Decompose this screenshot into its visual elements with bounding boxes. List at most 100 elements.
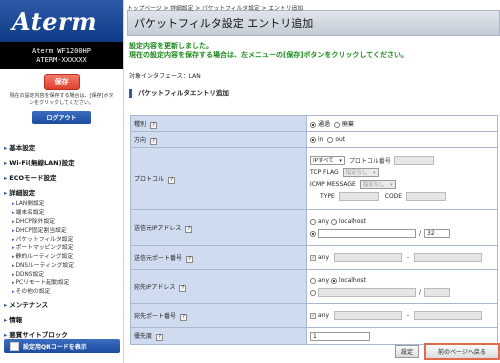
dst-port-any-checkbox[interactable]: ✓ [310,312,316,319]
help-icon[interactable]: ? [168,176,176,184]
src-ip-input[interactable] [318,229,416,238]
nav-item-label: Wi-Fi(無線LAN)設定 [9,159,75,167]
type-pass-radio[interactable] [310,121,316,128]
dst-port-value-cell: ✓ any - [306,303,498,328]
nav-item[interactable]: ▸ Wi-Fi(無線LAN)設定 [0,155,123,170]
main-content: トップページ > 詳細設定 > パケットフィルタ設定 > エントリ追加 パケット… [127,0,500,363]
priority-input[interactable]: 1 [310,331,370,341]
icmp-code-label: CODE [384,193,403,200]
src-ip-label-cell: 送信元IPアドレス? [130,209,307,246]
dst-port-label: 宛先ポート番号 [134,312,177,320]
dst-ip-localhost-radio[interactable] [330,277,337,284]
priority-value-cell: 1 [306,327,498,345]
nav-subitem-arrow-icon: ▸ [12,254,15,261]
nav-subitem[interactable]: ▸DDNS設定 [0,270,123,279]
icmp-type-input[interactable] [338,192,379,201]
nav-subitem[interactable]: ▸DHCP除外設定 [0,218,123,227]
nav-item[interactable]: ▸ ECOモード設定 [0,170,123,185]
nav-subitem-arrow-icon: ▸ [12,201,15,208]
nav-subitem[interactable]: ▸PCリモート起動設定 [0,279,123,288]
icmp-message-select[interactable]: 指定なし [359,180,396,189]
nav-subitem[interactable]: ▸端末名設定 [0,209,123,218]
nav-subitem-arrow-icon: ▸ [12,289,15,296]
help-icon[interactable]: ? [150,137,158,145]
nav-subitem[interactable]: ▸LAN側設定 [0,200,123,209]
help-icon[interactable]: ? [150,121,158,129]
nav-item-label: ECOモード設定 [9,174,57,182]
nav-arrow-icon: ▸ [4,315,8,324]
nav-subitem[interactable]: ▸静的ルーティング設定 [0,253,123,262]
dst-port-from-input[interactable] [333,311,402,320]
row-dest-ip: 宛先IPアドレス? any localhost / [130,269,498,304]
nav-subitem-label: DDNS設定 [15,271,45,278]
src-port-any-label: any [318,254,330,261]
qr-code-button[interactable]: 設定用QRコードを表示 [4,339,120,353]
icmp-code-input[interactable] [406,192,447,201]
set-button[interactable]: 設定 [395,345,419,358]
breadcrumb: トップページ > 詳細設定 > パケットフィルタ設定 > エントリ追加 [127,6,304,12]
dst-ip-prefix-input[interactable] [424,288,451,297]
nav-item-label: 情報 [9,315,23,324]
nav-subitem-arrow-icon: ▸ [12,210,15,217]
direction-label-cell: 方向? [130,131,307,148]
back-button[interactable]: 前のページへ戻る [424,343,500,360]
dst-ip-input[interactable] [318,288,416,297]
src-port-any-checkbox[interactable]: ✓ [310,254,316,261]
nav-subitem[interactable]: ▸その他の設定 [0,288,123,297]
help-icon[interactable]: ? [180,313,188,321]
nav-item[interactable]: ▸ メンテナンス [0,297,123,312]
protocol-number-input[interactable] [393,156,434,165]
status-message: 設定内容を更新しました。 現在の設定内容を保存する場合は、左メニューの[保存]ボ… [127,36,500,59]
src-ip-specify-radio[interactable] [310,230,316,237]
row-source-ip: 送信元IPアドレス? any localhost / 32 [130,209,498,246]
nav-subitem[interactable]: ▸パケットフィルタ設定 [0,235,123,244]
nav-subitem-arrow-icon: ▸ [12,262,15,269]
direction-label: 方向 [134,136,147,144]
protocol-select[interactable]: IPすべて [310,156,345,165]
nav-subitem[interactable]: ▸DHCP固定割当設定 [0,226,123,235]
logout-button[interactable]: ログアウト [32,111,91,124]
tcp-flag-select[interactable]: 指定なし [342,168,379,177]
dst-ip-slash: / [419,289,422,296]
dst-port-to-input[interactable] [413,311,482,320]
nav-arrow-icon: ▸ [4,300,8,309]
nav-subitem[interactable]: ▸ポートマッピング設定 [0,244,123,253]
src-ip-localhost-radio[interactable] [330,218,337,225]
type-drop-label: 廃棄 [341,121,354,128]
src-port-to-input[interactable] [413,253,482,262]
dst-ip-label: 宛先IPアドレス [134,283,176,291]
help-icon[interactable]: ? [186,255,194,263]
type-label: 種別 [134,120,147,128]
nav-subitem-label: DNSルーティング設定 [15,262,75,269]
src-port-from-input[interactable] [333,253,402,262]
qr-icon [10,341,19,351]
type-drop-radio[interactable] [333,121,340,128]
dst-ip-specify-radio[interactable] [310,289,316,296]
nav-subitem-arrow-icon: ▸ [12,245,15,252]
nav-subitem-label: ポートマッピング設定 [15,245,74,252]
dst-ip-any-radio[interactable] [310,277,316,284]
type-pass-label: 通過 [318,121,331,128]
nav-subitem[interactable]: ▸DNSルーティング設定 [0,261,123,270]
nav-item[interactable]: ▸ 情報 [0,312,123,327]
help-icon[interactable]: ? [156,334,164,341]
help-icon[interactable]: ? [179,284,187,292]
nav-arrow-icon: ▸ [4,330,8,339]
nav-item[interactable]: ▸ 詳細設定 [0,185,123,200]
nav-arrow-icon: ▸ [4,174,8,182]
nav-subitem-label: 端末名設定 [15,210,45,217]
nav-subitem-arrow-icon: ▸ [12,227,15,234]
logo-area: Aterm [0,0,123,42]
save-area: 保存 現在の設定内容を保存する場合は、[保存]ボタンをクリックしてください。 ロ… [8,74,115,124]
type-label-cell: 種別? [130,115,307,132]
nav-item[interactable]: ▸ 基本設定 [0,140,123,155]
src-ip-any-radio[interactable] [310,218,316,225]
src-ip-prefix-input[interactable]: 32 [424,229,451,238]
direction-in-radio[interactable] [310,136,316,143]
sidebar: Aterm Aterm WF1200HP ATERM-XXXXXX 保存 現在の… [0,0,124,363]
nav-subitem-label: DHCP固定割当設定 [15,227,67,234]
row-source-port: 送信元ポート番号? ✓ any - [130,245,498,270]
direction-out-radio[interactable] [327,136,334,143]
help-icon[interactable]: ? [185,225,193,233]
save-button[interactable]: 保存 [43,74,80,90]
